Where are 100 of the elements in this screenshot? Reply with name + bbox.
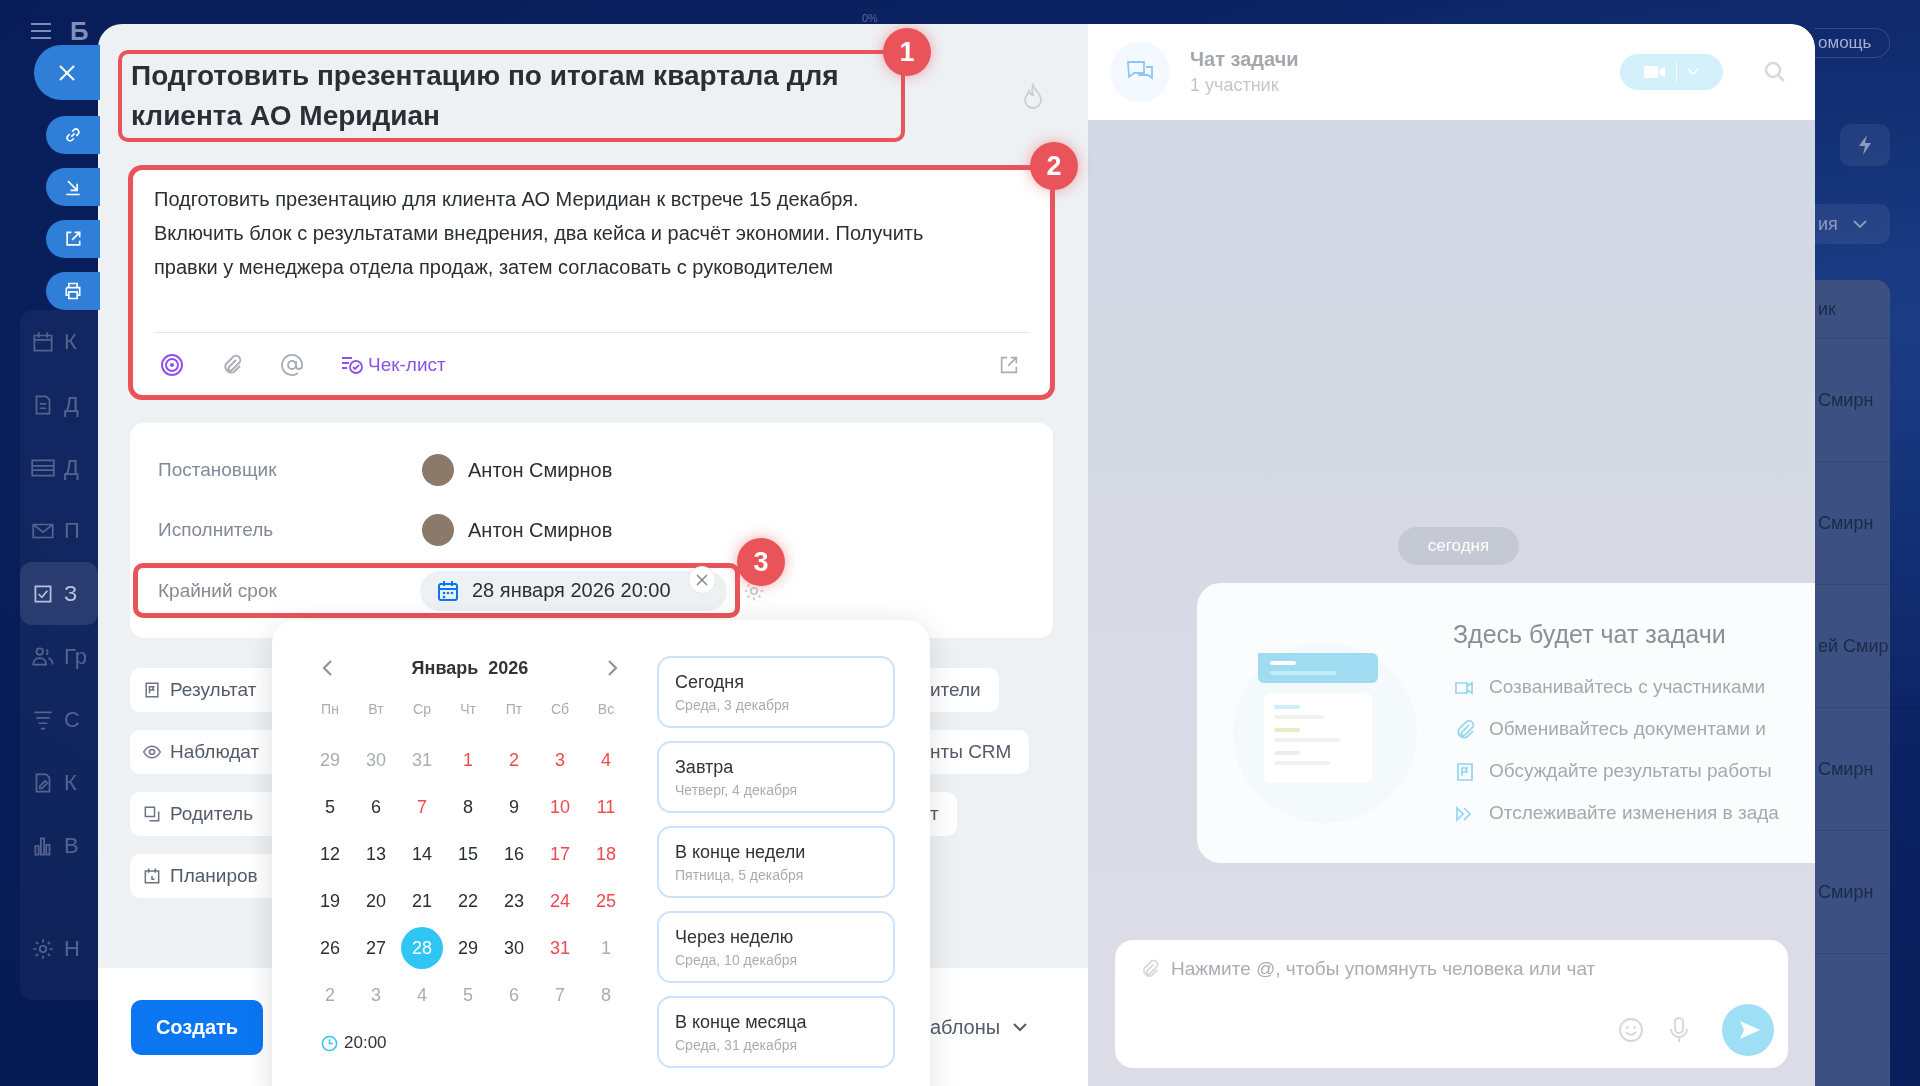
calendar-day[interactable]: 23 <box>493 880 535 922</box>
calendar-day[interactable]: 3 <box>539 739 581 781</box>
calendar-day[interactable]: 6 <box>355 786 397 828</box>
flag-icon <box>142 680 162 700</box>
section-button[interactable]: Результат <box>130 668 272 712</box>
close-button[interactable] <box>34 45 100 100</box>
chevron-down-icon <box>1012 1022 1029 1032</box>
calendar-day[interactable]: 27 <box>355 927 397 969</box>
weekday-label: Чт <box>459 700 477 719</box>
copy-icon <box>142 804 162 824</box>
calendar-day[interactable]: 10 <box>539 786 581 828</box>
clear-button[interactable] <box>688 566 716 594</box>
section-button[interactable]: Наблюдат <box>130 730 272 774</box>
calendar-day[interactable]: 31 <box>539 927 581 969</box>
month-title[interactable]: Январь 2026 <box>411 657 529 679</box>
person-name[interactable]: Антон Смирнов <box>468 458 613 482</box>
menu-icon[interactable] <box>30 22 52 40</box>
date-preset-button[interactable]: Сегодня Среда, 3 декабря <box>657 656 895 728</box>
field-label: Крайний срок <box>158 579 278 602</box>
calendar-day[interactable]: 29 <box>447 927 489 969</box>
date-preset-button[interactable]: Завтра Четверг, 4 декабря <box>657 741 895 813</box>
chevron-down-icon <box>1687 68 1699 76</box>
calendar-day[interactable]: 15 <box>447 833 489 875</box>
message-input[interactable]: Нажмите @, чтобы упомянуть человека или чат <box>1171 958 1774 980</box>
calendar-day[interactable]: 1 <box>447 739 489 781</box>
calendar-day[interactable]: 8 <box>447 786 489 828</box>
calendar-day[interactable]: 24 <box>539 880 581 922</box>
date-preset-button[interactable]: В конце месяца Среда, 31 декабря <box>657 996 895 1068</box>
calendar-day[interactable]: 20 <box>355 880 397 922</box>
print-button[interactable] <box>46 272 100 310</box>
download-button[interactable] <box>46 168 100 206</box>
date-chip: сегодня <box>1397 527 1520 565</box>
video-camera-icon <box>1644 65 1666 79</box>
previous-month-icon[interactable] <box>321 658 335 678</box>
sidebar-item[interactable]: З <box>20 562 98 625</box>
weekday-label: Сб <box>549 700 571 719</box>
progress-text: 0% <box>862 12 878 24</box>
date-preset-button[interactable]: Через неделю Среда, 10 декабря <box>657 911 895 983</box>
chat-title: Чат задачи <box>1190 48 1299 71</box>
calendar-day[interactable]: 13 <box>355 833 397 875</box>
section-button[interactable]: т <box>930 792 957 836</box>
printer-icon <box>63 281 83 301</box>
calendar-day[interactable]: 19 <box>309 880 351 922</box>
avatar <box>422 514 454 546</box>
clock-icon <box>321 1034 338 1052</box>
create-button[interactable]: Создать <box>131 999 263 1055</box>
calendar-day[interactable]: 17 <box>539 833 581 875</box>
calendar-day[interactable]: 14 <box>401 833 443 875</box>
link-icon <box>63 125 83 145</box>
section-button[interactable]: Родитель <box>130 792 272 836</box>
weekday-label: Ср <box>412 700 432 719</box>
weekday-label: Вс <box>596 700 616 719</box>
calendar-day[interactable]: 5 <box>309 786 351 828</box>
checklist-icon <box>340 354 364 376</box>
calendar-icon <box>436 578 460 603</box>
close-icon <box>696 574 708 586</box>
calendar-day[interactable]: 18 <box>585 833 627 875</box>
bolt-button[interactable] <box>1840 124 1890 166</box>
chevron-down-icon <box>1851 219 1868 229</box>
calendar-day[interactable]: 9 <box>493 786 535 828</box>
calendar-day[interactable]: 26 <box>309 927 351 969</box>
mention-icon[interactable] <box>280 353 304 377</box>
external-link-button[interactable] <box>46 220 100 258</box>
field-label: Постановщик <box>158 459 278 481</box>
calendar-day[interactable]: 22 <box>447 880 489 922</box>
calendar-day[interactable]: 11 <box>585 786 627 828</box>
checklist-button[interactable]: Чек-лист <box>340 354 446 376</box>
date-preset-button[interactable]: В конце недели Пятница, 5 декабря <box>657 826 895 898</box>
view-dropdown[interactable]: ия <box>1815 204 1890 244</box>
time-value[interactable]: 20:00 <box>344 1033 387 1053</box>
eye-icon <box>142 742 162 762</box>
date-field[interactable]: 28 января 2026 20:00 <box>420 570 727 611</box>
logo-text: Б <box>70 15 89 47</box>
calendar-day[interactable]: 12 <box>309 833 351 875</box>
calendar-day[interactable]: 2 <box>493 739 535 781</box>
ai-assistant-icon[interactable] <box>160 353 184 377</box>
feature-text: Созванивайтесь с участниками <box>1489 675 1766 698</box>
person-name[interactable]: Антон Смирнов <box>468 518 613 542</box>
external-link-icon <box>63 229 83 249</box>
welcome-title: Здесь будет чат задачи <box>1453 619 1727 649</box>
section-button[interactable]: ители <box>930 668 999 712</box>
lightning-icon <box>1856 134 1874 156</box>
callout-badge: 1 <box>883 28 931 76</box>
calendar-icon <box>142 866 162 886</box>
weekday-label: Пт <box>504 700 524 719</box>
calendar-day[interactable]: 21 <box>401 880 443 922</box>
calendar-day[interactable]: 30 <box>493 927 535 969</box>
external-link-icon[interactable] <box>998 354 1020 376</box>
section-button[interactable]: нты CRM <box>930 730 1030 774</box>
calendar-day[interactable]: 4 <box>585 739 627 781</box>
next-month-icon[interactable] <box>605 658 619 678</box>
calendar-day[interactable]: 25 <box>585 880 627 922</box>
calendar-day[interactable]: 7 <box>401 786 443 828</box>
link-button[interactable] <box>46 116 100 154</box>
section-button[interactable]: Планиров <box>130 854 272 898</box>
callout-badge: 2 <box>1030 142 1078 190</box>
avatar <box>422 454 454 486</box>
templates-button[interactable]: аблоны <box>930 1015 1029 1039</box>
calendar-day[interactable]: 16 <box>493 833 535 875</box>
callout-badge: 3 <box>737 538 785 586</box>
